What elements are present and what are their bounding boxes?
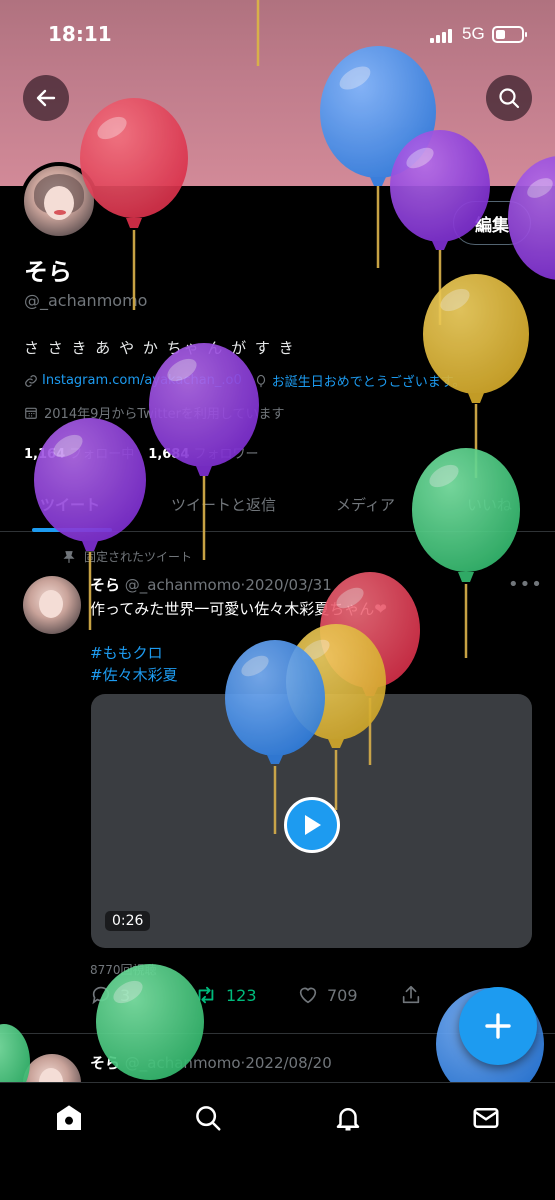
search-icon (196, 1106, 221, 1131)
mail-icon (473, 1108, 499, 1128)
back-button[interactable] (23, 75, 69, 121)
search-button[interactable] (486, 75, 532, 121)
play-icon (305, 815, 321, 835)
tab-tweets[interactable]: ツイート (40, 494, 100, 515)
like-button[interactable]: 709 (297, 984, 358, 1006)
tweet-date-2: 2022/08/20 (245, 1054, 332, 1072)
share-icon (402, 985, 420, 1004)
pinned-text: 固定されたツイート (84, 550, 193, 564)
heart-icon (299, 987, 317, 1004)
nav-search[interactable] (191, 1101, 225, 1135)
pin-icon (63, 550, 75, 563)
status-time: 18:11 (48, 22, 112, 46)
play-button[interactable] (284, 797, 340, 853)
nav-messages[interactable] (469, 1101, 503, 1135)
link-icon (25, 374, 37, 387)
like-count: 709 (327, 985, 358, 1005)
follow-counts: 1,164 フォロー中 1,684 フォロワー (24, 443, 259, 462)
reply-icon (92, 986, 110, 1005)
tweet-author-name-2[interactable]: そら (90, 1054, 120, 1072)
tweet-date: 2020/03/31 (245, 576, 332, 594)
view-count: 8770回視聴 (90, 963, 157, 977)
active-tab-indicator (32, 528, 112, 532)
tweet-text: 作ってみた世界一可愛い佐々木彩夏ちゃん❤ (90, 600, 387, 618)
retweet-icon (198, 986, 214, 1004)
tab-likes[interactable]: いいね (467, 494, 512, 515)
profile-meta-row: Instagram.com/ayakachan_.o0 お誕生日おめでとうござい… (24, 371, 465, 390)
bell-icon (336, 1108, 360, 1131)
following-link[interactable]: 1,164 フォロー中 (24, 443, 134, 462)
retweet-button[interactable]: 123 (194, 984, 257, 1006)
hashtag-sasaki-ayaka[interactable]: #佐々木彩夏 (90, 664, 178, 685)
hashtag-momoclo[interactable]: #ももクロ (90, 642, 163, 663)
tweet-avatar[interactable] (23, 576, 81, 634)
profile-bio: さ さ き あ や か ちゃ ん が す き (24, 339, 296, 357)
profile-name: そら (24, 258, 72, 286)
tab-tweets-and-replies[interactable]: ツイートと返信 (171, 494, 276, 515)
birthday-message[interactable]: お誕生日おめでとうございます。 (272, 371, 466, 390)
calendar-icon (25, 407, 37, 419)
status-bar: 18:11 5G (0, 18, 555, 54)
balloon-icon (256, 374, 265, 387)
tweet-header: そら @_achanmomo·2020/03/31 (90, 576, 332, 594)
video-duration: 0:26 (105, 911, 151, 931)
retweet-count: 123 (226, 985, 257, 1005)
compose-tweet-button[interactable] (459, 987, 537, 1065)
nav-notifications[interactable] (331, 1101, 365, 1135)
signal-icon (430, 27, 452, 43)
profile-tabs: ツイート ツイートと返信 メディア いいね (0, 480, 555, 532)
tweet-video[interactable]: 0:26 (91, 694, 532, 948)
search-icon (499, 88, 520, 109)
pinned-label: 固定されたツイート (62, 548, 192, 565)
tweet-header-2: そら @_achanmomo·2022/08/20 (90, 1054, 332, 1072)
plus-icon (485, 1013, 511, 1039)
joined-date-row: 2014年9月からTwitterを利用しています (24, 403, 285, 422)
battery-icon (492, 26, 527, 43)
profile-avatar[interactable] (20, 162, 98, 240)
back-arrow-icon (36, 89, 56, 107)
reply-count: 3 (120, 985, 131, 1005)
nav-home[interactable] (52, 1101, 86, 1135)
followers-link[interactable]: 1,684 フォロワー (148, 443, 258, 462)
tweet-actions: 3 123 709 (90, 984, 440, 1014)
tab-media[interactable]: メディア (336, 494, 395, 515)
tweet-author-handle-2: @_achanmomo (124, 1054, 241, 1072)
home-icon (57, 1105, 81, 1130)
edit-profile-button[interactable]: 編集 (453, 201, 531, 245)
network-label: 5G (462, 24, 485, 43)
profile-handle: @_achanmomo (24, 291, 148, 310)
bottom-navigation (0, 1082, 555, 1200)
reply-button[interactable]: 3 (90, 984, 130, 1006)
joined-date: 2014年9月からTwitterを利用しています (44, 407, 285, 422)
tweet-more-icon[interactable]: ••• (508, 574, 543, 595)
tweet-author-name[interactable]: そら (90, 576, 120, 594)
share-button[interactable] (400, 984, 422, 1006)
tweet-author-handle: @_achanmomo (124, 576, 241, 594)
profile-link[interactable]: Instagram.com/ayakachan_.o0 (42, 373, 242, 388)
